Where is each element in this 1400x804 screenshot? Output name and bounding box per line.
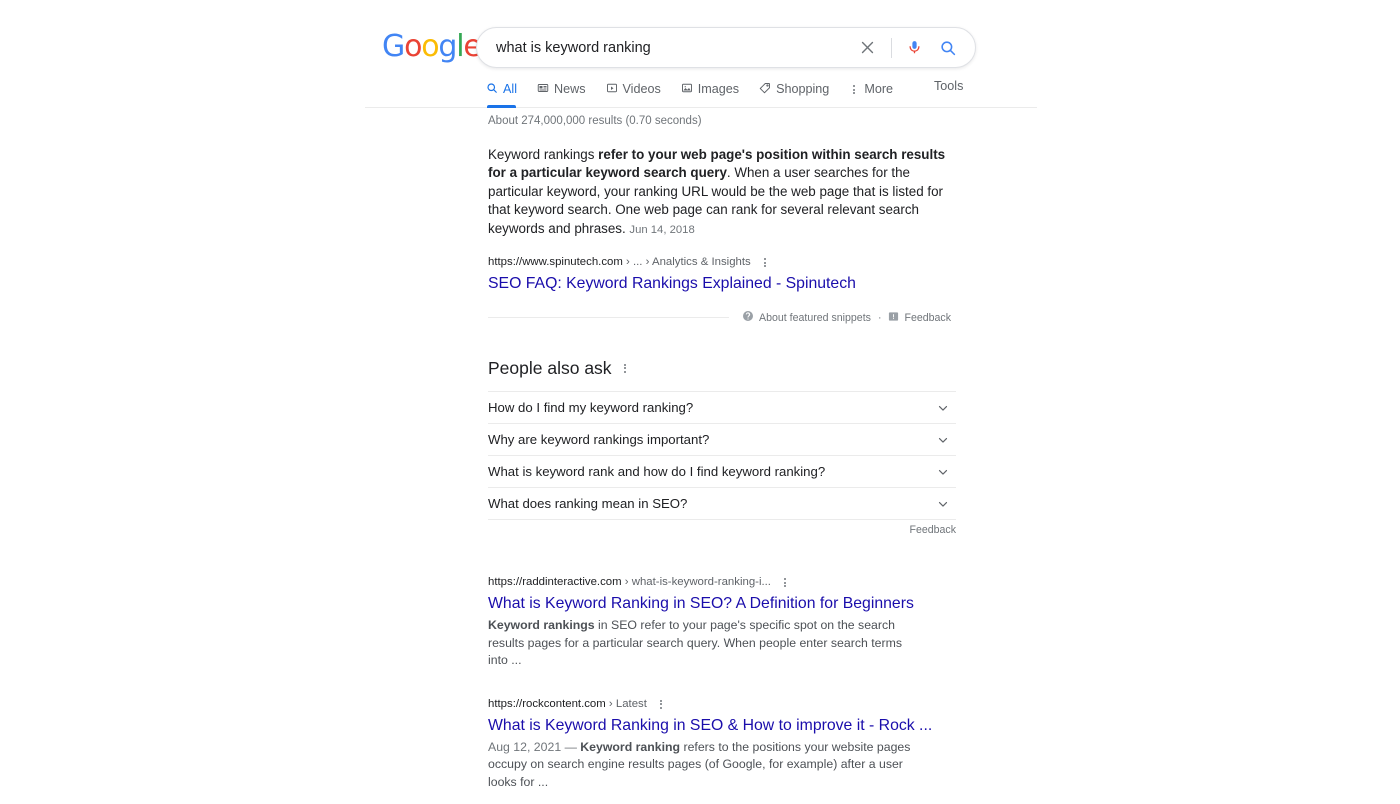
about-featured-snippets-label: About featured snippets [759,311,871,324]
close-icon[interactable] [851,39,884,56]
feedback-icon [888,311,899,325]
chevron-down-icon [936,433,950,447]
result-url[interactable]: https://www.spinutech.com › ... › Analyt… [488,255,751,270]
chevron-down-icon [936,497,950,511]
tab-more[interactable]: More [849,79,893,108]
result-item: https://rockcontent.com › Latest What is… [488,697,958,792]
url-breadcrumb: › ... › Analytics & Insights [622,256,751,269]
video-icon [606,82,618,97]
question-label: What is keyword rank and how do I find k… [488,463,826,479]
url-domain: https://raddinteractive.com [488,576,622,589]
tab-label: Images [697,82,740,96]
search-input[interactable] [496,37,845,58]
search-tabs: All News Videos Images Shopping More [486,79,913,108]
featured-snippet-footer: About featured snippets · Feedback [488,310,951,325]
result-options-icon[interactable] [780,576,790,589]
people-also-ask-item[interactable]: What is keyword rank and how do I find k… [488,455,956,487]
logo-letter-o1: o [404,29,422,64]
result-url-row: https://raddinteractive.com › what-is-ke… [488,575,958,590]
tab-images[interactable]: Images [681,79,739,108]
people-also-ask-title: People also ask [488,358,612,379]
question-label: What does ranking mean in SEO? [488,495,688,511]
result-url-row: https://rockcontent.com › Latest [488,697,958,712]
people-also-ask-item[interactable]: What does ranking mean in SEO? [488,487,956,519]
page-header: Google what is keyword ranking All News … [0,0,1400,108]
tab-label: Shopping [776,82,830,96]
tab-label: All [503,82,517,96]
search-icon[interactable] [930,39,961,57]
more-dots-icon [849,83,859,96]
url-breadcrumb: › what-is-keyword-ranking-i... [621,576,771,589]
logo-letter-g1: G [382,29,405,64]
question-label: How do I find my keyword ranking? [488,399,694,415]
snippet-lead: Keyword rankings [488,147,599,162]
help-icon [742,310,754,325]
about-featured-snippets-link[interactable]: About featured snippets [742,310,871,325]
result-url[interactable]: https://rockcontent.com › Latest [488,697,647,712]
url-breadcrumb: › Latest [605,697,647,710]
result-title-link[interactable]: What is Keyword Ranking in SEO & How to … [488,715,958,736]
search-results-page: Google what is keyword ranking All News … [0,0,1400,804]
result-title-link[interactable]: What is Keyword Ranking in SEO? A Defini… [488,593,958,614]
feedback-label: Feedback [904,311,951,324]
logo-letter-g2: g [438,29,457,64]
result-title-link[interactable]: SEO FAQ: Keyword Rankings Explained - Sp… [488,273,958,294]
result-url[interactable]: https://raddinteractive.com › what-is-ke… [488,575,771,590]
divider [891,37,892,58]
feedback-link[interactable]: Feedback [888,311,951,325]
news-icon [537,82,549,97]
tab-news[interactable]: News [537,79,586,108]
google-logo[interactable]: Google [382,29,482,64]
result-stats: About 274,000,000 results (0.70 seconds) [488,115,702,127]
tag-icon [759,82,771,97]
people-also-ask-options-icon[interactable] [620,362,630,375]
people-also-ask-item[interactable]: How do I find my keyword ranking? [488,391,956,423]
people-also-ask-item[interactable]: Why are keyword rankings important? [488,423,956,455]
snippet-date: Aug 12, 2021 — [488,739,581,754]
question-label: Why are keyword rankings important? [488,431,710,447]
tab-all[interactable]: All [486,79,517,108]
people-also-ask: People also ask How do I find my keyword… [488,356,956,536]
active-tab-underline [487,105,516,108]
separator-dot: · [877,311,882,324]
tab-shopping[interactable]: Shopping [759,79,829,108]
snippet-bold: Keyword ranking [580,739,681,754]
result-options-icon[interactable] [656,698,666,711]
featured-snippet: Keyword rankings refer to your web page'… [488,146,958,325]
result-snippet: Keyword rankings in SEO refer to your pa… [488,617,916,670]
divider [488,317,730,319]
result-item: https://raddinteractive.com › what-is-ke… [488,575,958,670]
search-icon [486,82,498,97]
url-domain: https://rockcontent.com [488,697,606,710]
microphone-icon[interactable] [899,39,930,56]
organic-results: https://raddinteractive.com › what-is-ke… [488,575,958,804]
chevron-down-icon [936,401,950,415]
feedback-link[interactable]: Feedback [909,524,956,536]
logo-letter-o2: o [421,29,439,64]
result-options-icon[interactable] [760,256,770,269]
snippet-date: Jun 14, 2018 [629,223,695,236]
chevron-down-icon [936,465,950,479]
search-box-icons [851,37,975,58]
featured-snippet-text: Keyword rankings refer to your web page'… [488,146,951,239]
tab-label: News [554,82,586,96]
tools-button[interactable]: Tools [934,79,963,93]
people-also-ask-footer: Feedback [488,519,956,536]
result-snippet: Aug 12, 2021 — Keyword ranking refers to… [488,739,916,792]
image-icon [681,82,693,97]
tab-videos[interactable]: Videos [606,79,661,108]
main-content: About 274,000,000 results (0.70 seconds)… [488,114,958,804]
result-url-row: https://www.spinutech.com › ... › Analyt… [488,255,958,270]
tab-label: Videos [622,82,661,96]
search-box[interactable] [476,27,976,68]
tab-label: More [864,82,894,96]
people-also-ask-header: People also ask [488,356,956,391]
snippet-bold: Keyword rankings [488,618,595,633]
url-domain: https://www.spinutech.com [488,256,623,269]
